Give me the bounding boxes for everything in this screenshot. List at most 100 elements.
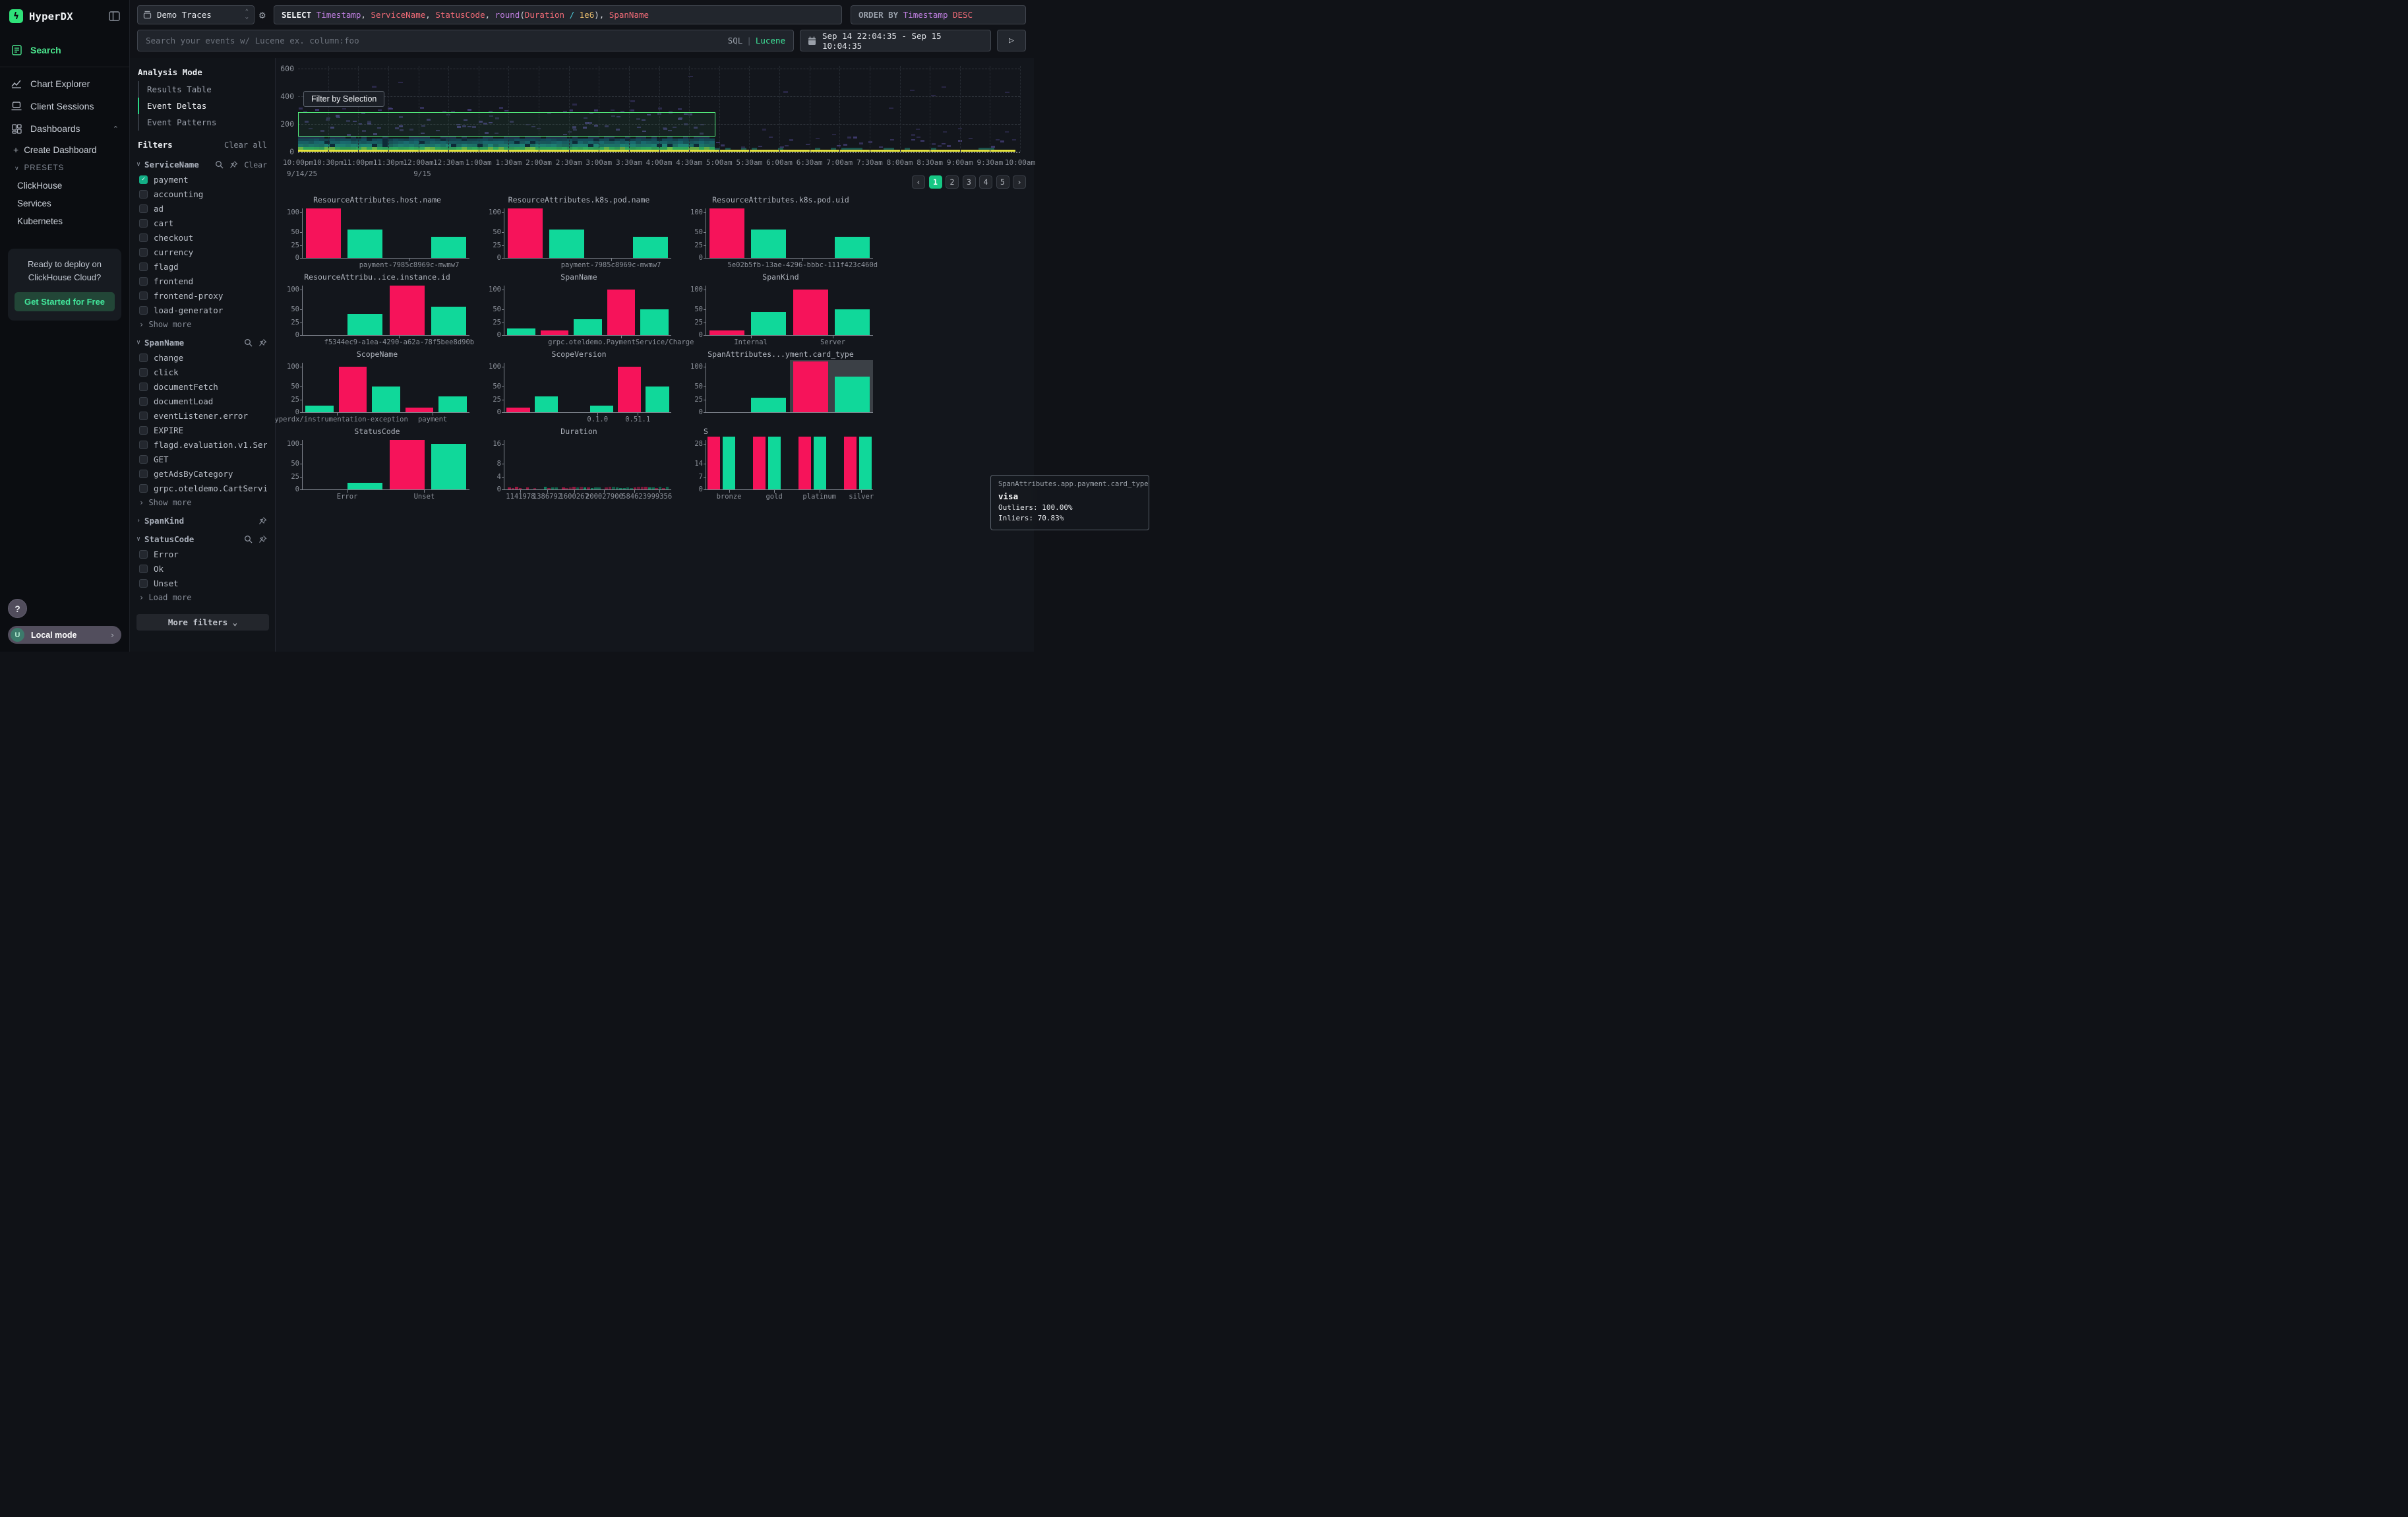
inlier-bar[interactable]	[768, 437, 781, 489]
mini-chart-resourceattributes-host-name[interactable]: ResourceAttributes.host.name10050250paym…	[280, 195, 475, 269]
load-more-button[interactable]: › Load more	[130, 590, 275, 605]
analysis-mode-item-event-deltas[interactable]: Event Deltas	[138, 98, 275, 114]
filter-option[interactable]: Unset	[130, 576, 275, 590]
filter-option[interactable]: documentLoad	[130, 394, 275, 408]
inlier-bar[interactable]	[507, 328, 535, 336]
inlier-bar[interactable]	[305, 406, 334, 413]
sidebar-item-chart-explorer[interactable]: Chart Explorer	[0, 73, 129, 95]
filter-option[interactable]: ✓payment	[130, 172, 275, 187]
checkbox[interactable]	[139, 383, 148, 391]
filter-by-selection-button[interactable]: Filter by Selection	[303, 91, 384, 107]
duration-heatmap[interactable]: 6004002000 Filter by Selection 10:00pm10…	[276, 61, 1034, 179]
preset-kubernetes[interactable]: Kubernetes	[0, 212, 129, 230]
inlier-bar[interactable]	[574, 319, 602, 335]
filter-option[interactable]: currency	[130, 245, 275, 259]
filter-option[interactable]: Error	[130, 547, 275, 561]
checkbox[interactable]	[139, 441, 148, 449]
sidebar-collapse-icon[interactable]	[109, 11, 120, 22]
filter-option[interactable]: frontend	[130, 274, 275, 288]
outlier-bar[interactable]	[793, 290, 828, 335]
filter-group-header-spankind[interactable]: ›SpanKind	[130, 510, 275, 528]
get-started-button[interactable]: Get Started for Free	[15, 292, 115, 311]
checkbox[interactable]	[139, 470, 148, 478]
outlier-bar[interactable]	[306, 208, 341, 258]
outlier-bar[interactable]	[707, 437, 720, 489]
checkbox[interactable]	[139, 277, 148, 286]
inlier-bar[interactable]	[438, 396, 467, 412]
clear-group-button[interactable]: Clear	[244, 160, 267, 170]
mini-chart-duration[interactable]: Duration16840114197813867921600267200027…	[481, 427, 677, 501]
page-button-1[interactable]: 1	[929, 175, 942, 189]
inlier-bar[interactable]	[814, 437, 826, 489]
search-input[interactable]: Search your events w/ Lucene ex. column:…	[137, 30, 794, 51]
page-button-3[interactable]: 3	[963, 175, 976, 189]
page-next-button[interactable]: ›	[1013, 175, 1026, 189]
presets-toggle[interactable]: ∨ PRESETS	[0, 160, 129, 177]
inlier-bar[interactable]	[633, 237, 668, 258]
checkbox[interactable]: ✓	[139, 175, 148, 184]
user-menu[interactable]: U Local mode ›	[8, 626, 121, 644]
filter-option[interactable]: Ok	[130, 561, 275, 576]
mini-chart-spanname[interactable]: SpanName10050250grpc.oteldemo.PaymentSer…	[481, 272, 677, 346]
outlier-bar[interactable]	[390, 286, 425, 335]
mini-chart-resourceattribu-ice-instance-id[interactable]: ResourceAttribu..ice.instance.id10050250…	[280, 272, 475, 346]
mini-chart-resourceattributes-k8s-pod-uid[interactable]: ResourceAttributes.k8s.pod.uid100502505e…	[683, 195, 878, 269]
mini-chart-spanattributes-yment-card-type[interactable]: SpanAttributes...yment.card_type10050250	[683, 350, 878, 423]
outlier-bar[interactable]	[406, 408, 434, 413]
outlier-bar[interactable]	[508, 208, 543, 258]
checkbox[interactable]	[139, 426, 148, 435]
filter-option[interactable]: load-generator	[130, 303, 275, 317]
search-icon[interactable]	[215, 160, 224, 169]
gear-icon[interactable]: ⚙	[259, 9, 266, 21]
pin-icon[interactable]	[229, 160, 238, 169]
search-icon[interactable]	[244, 338, 253, 347]
mini-chart-spankind[interactable]: SpanKind10050250InternalServer	[683, 272, 878, 346]
outlier-bar[interactable]	[390, 440, 425, 489]
checkbox[interactable]	[139, 306, 148, 315]
show-more-button[interactable]: › Show more	[130, 495, 275, 510]
filter-option[interactable]: eventListener.error	[130, 408, 275, 423]
date-range-picker[interactable]: Sep 14 22:04:35 - Sep 15 10:04:35	[800, 30, 991, 51]
inlier-bar[interactable]	[751, 398, 786, 412]
checkbox[interactable]	[139, 397, 148, 406]
preset-clickhouse[interactable]: ClickHouse	[0, 177, 129, 195]
mini-chart-scopeversion[interactable]: ScopeVersion100502500.1.00.51.1	[481, 350, 677, 423]
checkbox[interactable]	[139, 579, 148, 588]
filter-option[interactable]: flagd	[130, 259, 275, 274]
filter-group-header-spanname[interactable]: ∨SpanName	[130, 332, 275, 350]
inlier-bar[interactable]	[431, 444, 466, 489]
pin-icon[interactable]	[258, 516, 267, 525]
outlier-bar[interactable]	[339, 367, 367, 412]
filter-option[interactable]: EXPIRE	[130, 423, 275, 437]
analysis-mode-item-results-table[interactable]: Results Table	[138, 81, 275, 98]
order-by-input[interactable]: ORDER BY Timestamp DESC	[851, 5, 1026, 24]
more-filters-button[interactable]: More filters ⌄	[136, 614, 269, 631]
filter-group-header-statuscode[interactable]: ∨StatusCode	[130, 528, 275, 547]
checkbox[interactable]	[139, 263, 148, 271]
filter-option[interactable]: change	[130, 350, 275, 365]
inlier-bar[interactable]	[640, 309, 669, 335]
inlier-bar[interactable]	[590, 406, 613, 413]
outlier-bar[interactable]	[709, 330, 744, 336]
chevron-up-icon[interactable]: ⌃	[113, 125, 119, 133]
inlier-bar[interactable]	[835, 309, 870, 335]
inlier-bar[interactable]	[751, 230, 786, 258]
filter-group-header-servicename[interactable]: ∨ServiceNameClear	[130, 154, 275, 172]
create-dashboard-button[interactable]: + Create Dashboard	[0, 140, 129, 160]
filter-option[interactable]: documentFetch	[130, 379, 275, 394]
checkbox[interactable]	[139, 248, 148, 257]
checkbox[interactable]	[139, 219, 148, 228]
pin-icon[interactable]	[258, 338, 267, 347]
preset-services[interactable]: Services	[0, 195, 129, 212]
page-button-5[interactable]: 5	[996, 175, 1009, 189]
checkbox[interactable]	[139, 455, 148, 464]
checkbox[interactable]	[139, 233, 148, 242]
inlier-bar[interactable]	[835, 377, 870, 412]
filter-option[interactable]: flagd.evaluation.v1.Serv…	[130, 437, 275, 452]
inlier-bar[interactable]	[347, 314, 382, 335]
inlier-bar[interactable]	[751, 312, 786, 335]
page-prev-button[interactable]: ‹	[912, 175, 925, 189]
inlier-bar[interactable]	[723, 437, 735, 489]
inlier-bar[interactable]	[859, 437, 872, 489]
source-select[interactable]: Demo Traces ⌃⌄	[137, 5, 255, 24]
